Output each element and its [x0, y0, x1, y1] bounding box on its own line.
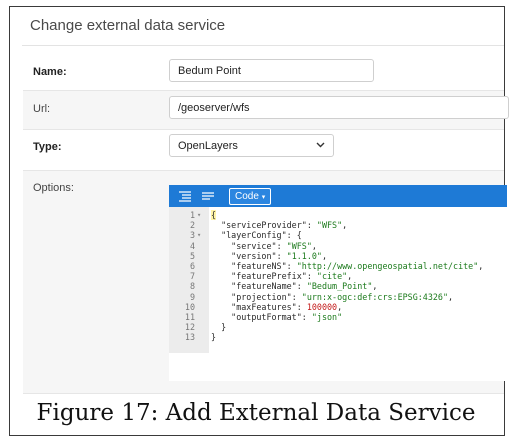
line-number: 9	[189, 291, 195, 302]
format-icon[interactable]	[178, 189, 192, 203]
line-number: 3	[189, 230, 195, 241]
name-label: Name:	[33, 66, 67, 78]
type-select-value: OpenLayers	[178, 139, 238, 152]
url-label: Url:	[33, 103, 51, 115]
code-line: 13}	[169, 332, 507, 342]
url-input[interactable]: /geoserver/wfs	[169, 96, 509, 119]
divider	[23, 393, 504, 394]
line-number: 11	[184, 312, 195, 322]
code-line: 5 "version": "1.1.0",	[169, 251, 507, 261]
code-text: "outputFormat": "json"	[231, 312, 343, 322]
code-line: 4 "service": "WFS",	[169, 241, 507, 251]
figure-caption: Figure 17: Add External Data Service	[36, 400, 476, 426]
code-text: "maxFeatures": 100000,	[231, 301, 343, 312]
code-text: {	[211, 210, 217, 220]
code-line: 8 "featureName": "Bedum_Point",	[169, 281, 507, 291]
code-line: 12 }	[169, 322, 507, 332]
code-text: "serviceProvider": "WFS",	[221, 220, 348, 231]
code-text: "layerConfig": {	[221, 230, 302, 241]
code-line: 2 "serviceProvider": "WFS",	[169, 220, 507, 230]
code-line: 10 "maxFeatures": 100000,	[169, 302, 507, 312]
code-text: "service": "WFS",	[231, 240, 317, 251]
line-number: 8	[189, 281, 195, 292]
code-line: 9 "projection": "urn:x-ogc:def:crs:EPSG:…	[169, 292, 507, 302]
mode-button[interactable]: Code ▾	[229, 188, 272, 205]
json-editor[interactable]: Code ▾ 1 ▾{2 "serviceProvider": "WFS", 3 ▾ …	[169, 185, 507, 381]
line-number: 1	[189, 210, 195, 220]
code-text: "featureNS": "http://www.opengeospatial.…	[231, 261, 484, 271]
code-line: 3 ▾ "layerConfig": {	[169, 230, 507, 240]
code-text: }	[211, 322, 227, 333]
line-number: 12	[184, 322, 195, 333]
compact-icon[interactable]	[201, 189, 215, 203]
dialog-title: Change external data service	[30, 17, 226, 34]
line-number: 7	[189, 271, 195, 282]
code-text: "version": "1.1.0",	[231, 250, 327, 261]
type-label: Type:	[33, 141, 62, 153]
code-line: 11 "outputFormat": "json"	[169, 312, 507, 322]
code-line: 1 ▾ {	[169, 210, 507, 220]
line-number: 6	[189, 261, 195, 271]
title-divider	[22, 45, 504, 46]
line-number: 4	[189, 240, 195, 251]
line-number: 13	[184, 332, 195, 343]
options-label: Options:	[33, 182, 74, 194]
code-text: "featureName": "Bedum_Point",	[231, 281, 378, 292]
line-number: 5	[189, 250, 195, 261]
code-text: "projection": "urn:x-ogc:def:crs:EPSG:43…	[231, 291, 454, 302]
fold-arrow-icon[interactable]: ▾	[197, 230, 201, 240]
mode-button-label: Code	[235, 191, 259, 202]
name-input[interactable]: Bedum Point	[169, 59, 374, 82]
fold-arrow-icon[interactable]: ▾	[197, 210, 201, 220]
line-number: 10	[184, 301, 195, 312]
chevron-down-icon	[316, 140, 325, 151]
code-text: "featurePrefix": "cite",	[231, 271, 353, 282]
code-line: 6 "featureNS": "http://www.opengeospatia…	[169, 261, 507, 271]
editor-toolbar: Code ▾	[169, 185, 507, 207]
code-text: }	[211, 332, 217, 343]
line-number: 2	[189, 220, 195, 231]
code-line: 7 "featurePrefix": "cite",	[169, 271, 507, 281]
type-select[interactable]: OpenLayers	[169, 134, 334, 157]
dialog-frame: Change external data service Name: Bedum…	[9, 6, 509, 436]
caret-down-icon: ▾	[261, 194, 266, 201]
